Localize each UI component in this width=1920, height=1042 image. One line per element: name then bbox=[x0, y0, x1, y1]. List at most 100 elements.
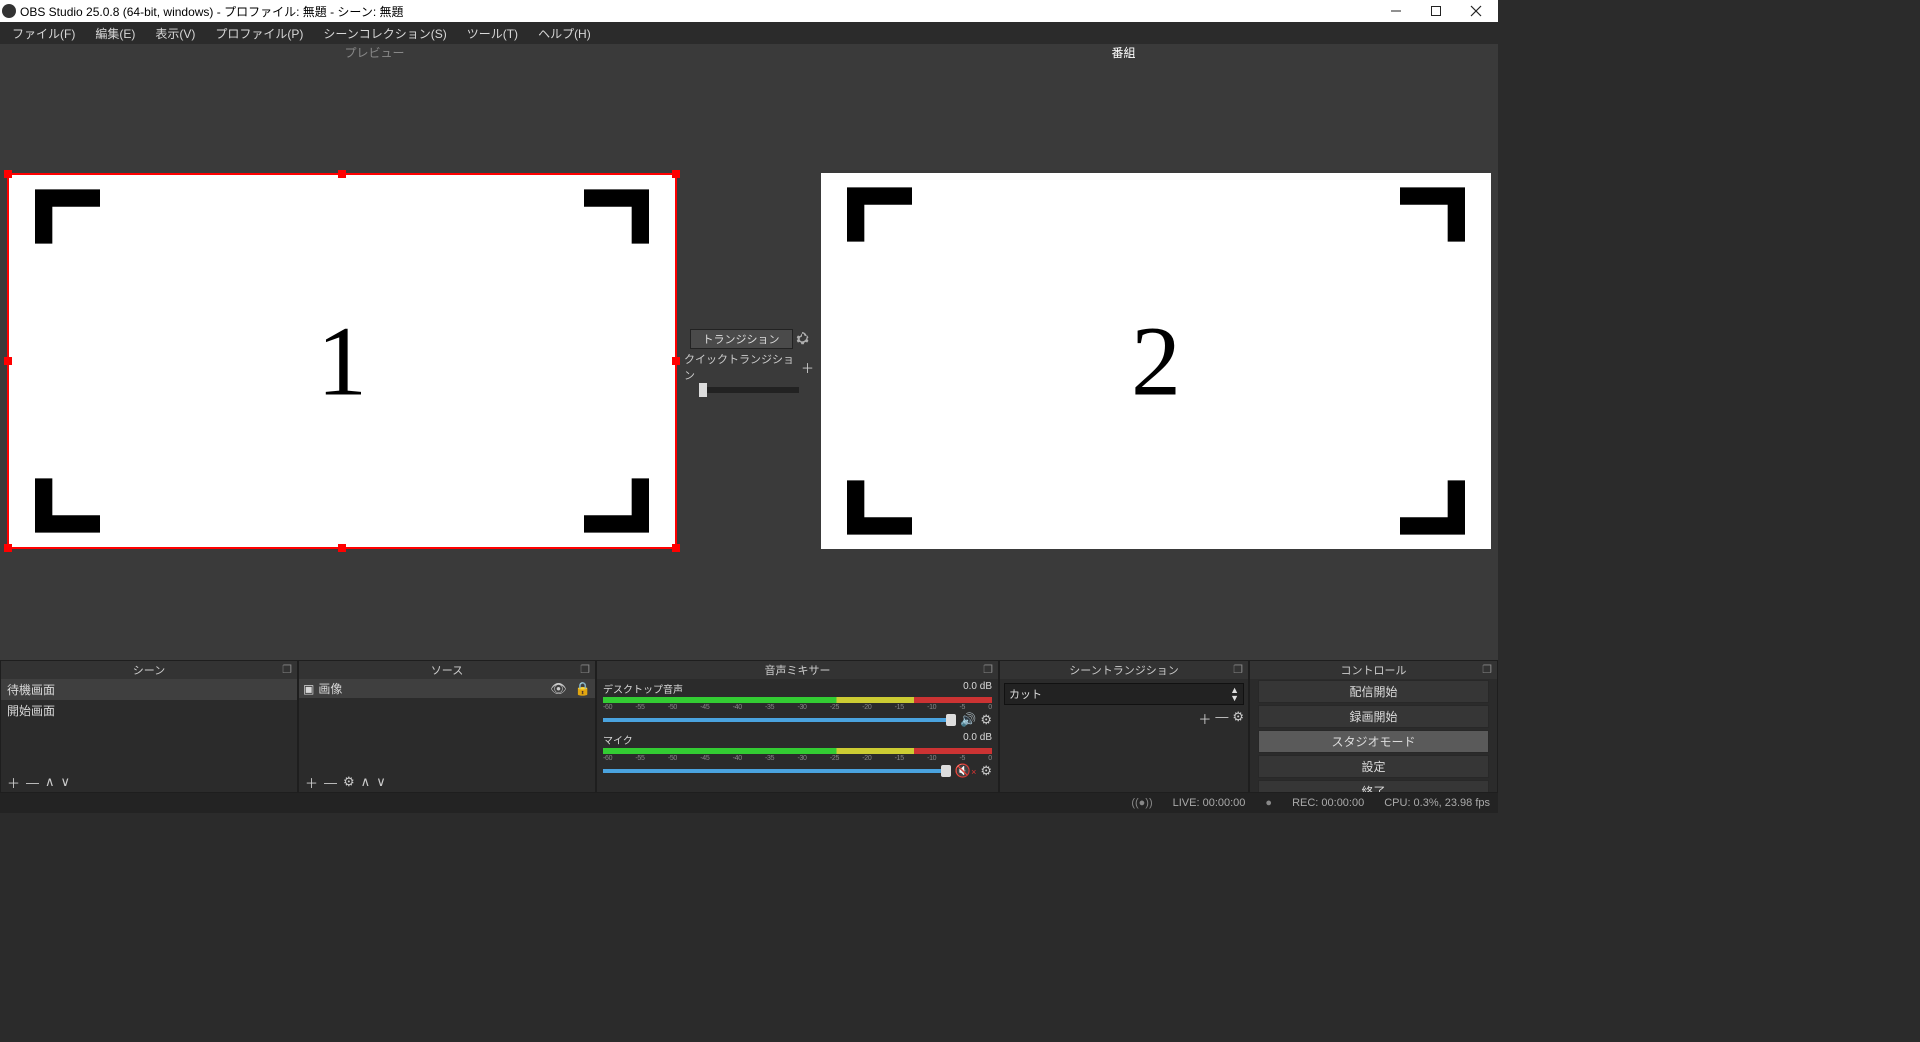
control-button-4[interactable]: 終了 bbox=[1258, 780, 1489, 792]
volume-slider[interactable] bbox=[603, 718, 956, 722]
control-button-2[interactable]: スタジオモード bbox=[1258, 730, 1489, 753]
slider-thumb[interactable] bbox=[941, 765, 951, 777]
resize-handle[interactable] bbox=[4, 357, 12, 365]
meter-scale: -60-55-50-45-40-35-30-25-20-15-10-50 bbox=[603, 755, 992, 762]
slider-thumb[interactable] bbox=[946, 714, 956, 726]
transition-controls: トランジション クイックトランジション ＋ bbox=[684, 62, 814, 660]
eye-icon[interactable]: 👁 bbox=[550, 681, 567, 697]
controls-title: コントロール bbox=[1341, 662, 1407, 678]
preview-pane[interactable]: 1 bbox=[0, 62, 684, 660]
resize-handle[interactable] bbox=[672, 170, 680, 178]
menu-edit[interactable]: 編集(E) bbox=[87, 23, 143, 44]
control-button-3[interactable]: 設定 bbox=[1258, 755, 1489, 778]
sources-title: ソース bbox=[431, 662, 463, 678]
resize-handle[interactable] bbox=[4, 170, 12, 178]
gear-icon[interactable] bbox=[795, 332, 809, 346]
app-icon bbox=[2, 4, 16, 18]
plus-icon[interactable]: ＋ bbox=[7, 773, 20, 792]
slider-thumb[interactable] bbox=[699, 383, 707, 397]
mixer-title: 音声ミキサー bbox=[765, 662, 831, 678]
preview-label: プレビュー bbox=[0, 44, 749, 62]
popout-icon[interactable]: ❐ bbox=[1481, 663, 1493, 675]
mixer-track-name: マイク bbox=[603, 732, 633, 747]
transition-select[interactable]: カット ▲▼ bbox=[1004, 683, 1244, 705]
menubar: ファイル(F) 編集(E) 表示(V) プロファイル(P) シーンコレクション(… bbox=[0, 22, 1498, 44]
plus-icon[interactable]: ＋ bbox=[305, 773, 318, 792]
gear-icon[interactable]: ⚙ bbox=[980, 712, 992, 728]
scene-transitions-dock: シーントランジション ❐ カット ▲▼ ＋ — ⚙ bbox=[999, 660, 1249, 793]
meter-scale: -60-55-50-45-40-35-30-25-20-15-10-50 bbox=[603, 704, 992, 711]
plus-icon[interactable]: ＋ bbox=[1198, 709, 1211, 728]
control-button-1[interactable]: 録画開始 bbox=[1258, 705, 1489, 728]
transition-slider[interactable] bbox=[699, 387, 799, 393]
gear-icon[interactable]: ⚙ bbox=[980, 763, 992, 779]
minus-icon[interactable]: — bbox=[26, 775, 39, 790]
source-label: 画像 bbox=[318, 680, 342, 697]
mixer-track-db: 0.0 dB bbox=[963, 681, 992, 696]
gear-icon[interactable]: ⚙ bbox=[343, 774, 355, 790]
chevron-updown-icon: ▲▼ bbox=[1230, 686, 1239, 702]
popout-icon[interactable]: ❐ bbox=[579, 663, 591, 675]
preview-content-number: 1 bbox=[317, 304, 367, 419]
mixer-track-name: デスクトップ音声 bbox=[603, 681, 683, 696]
menu-tools[interactable]: ツール(T) bbox=[459, 23, 526, 44]
audio-meter bbox=[603, 697, 992, 703]
chevron-up-icon[interactable]: ∧ bbox=[361, 774, 371, 790]
speaker-icon[interactable]: 🔇× bbox=[955, 763, 976, 779]
resize-handle[interactable] bbox=[338, 170, 346, 178]
mixer-track-db: 0.0 dB bbox=[963, 732, 992, 747]
scene-item[interactable]: 開始画面 bbox=[1, 700, 297, 721]
lock-icon[interactable]: 🔒 bbox=[575, 681, 591, 697]
controls-dock: コントロール ❐ 配信開始録画開始スタジオモード設定終了 bbox=[1249, 660, 1498, 793]
transition-selected: カット bbox=[1009, 686, 1042, 702]
minus-icon[interactable]: — bbox=[1215, 709, 1228, 728]
mixer-dock: 音声ミキサー ❐ デスクトップ音声 0.0 dB -60-55-50-45-40-35… bbox=[596, 660, 999, 793]
rec-indicator-icon: ● bbox=[1265, 797, 1272, 809]
program-pane: 2 bbox=[814, 62, 1498, 660]
popout-icon[interactable]: ❐ bbox=[281, 663, 293, 675]
image-icon: ▣ bbox=[303, 682, 314, 696]
sources-dock: ソース ❐ ▣ 画像 👁 🔒 ＋ — ⚙ ∧ ∨ bbox=[298, 660, 596, 793]
mixer-track: マイク 0.0 dB -60-55-50-45-40-35-30-25-20-15-… bbox=[597, 730, 998, 781]
status-cpu: CPU: 0.3%, 23.98 fps bbox=[1384, 797, 1490, 809]
resize-handle[interactable] bbox=[672, 544, 680, 552]
scene-item[interactable]: 待機画面 bbox=[1, 679, 297, 700]
speaker-icon[interactable]: 🔊 bbox=[960, 712, 976, 728]
mixer-track: デスクトップ音声 0.0 dB -60-55-50-45-40-35-30-25-2… bbox=[597, 679, 998, 730]
gear-icon[interactable]: ⚙ bbox=[1232, 709, 1244, 728]
program-label: 番組 bbox=[749, 44, 1498, 62]
volume-slider[interactable] bbox=[603, 769, 951, 773]
plus-icon[interactable]: ＋ bbox=[801, 358, 814, 377]
control-button-0[interactable]: 配信開始 bbox=[1258, 680, 1489, 703]
maximize-button[interactable] bbox=[1416, 0, 1456, 22]
scenes-dock: シーン❐ 待機画面 開始画面 ＋ — ∧ ∨ bbox=[0, 660, 298, 793]
popout-icon[interactable]: ❐ bbox=[982, 663, 994, 675]
quick-transition-label: クイックトランジション bbox=[684, 351, 799, 383]
minus-icon[interactable]: — bbox=[324, 775, 337, 790]
live-indicator-icon: ((●)) bbox=[1131, 797, 1152, 809]
scene-transitions-title: シーントランジション bbox=[1069, 662, 1178, 678]
menu-scene-collection[interactable]: シーンコレクション(S) bbox=[315, 23, 454, 44]
menu-help[interactable]: ヘルプ(H) bbox=[530, 23, 599, 44]
menu-view[interactable]: 表示(V) bbox=[147, 23, 203, 44]
status-rec: REC: 00:00:00 bbox=[1292, 797, 1364, 809]
source-item[interactable]: ▣ 画像 👁 🔒 bbox=[299, 679, 595, 698]
resize-handle[interactable] bbox=[672, 357, 680, 365]
status-live: LIVE: 00:00:00 bbox=[1173, 797, 1246, 809]
popout-icon[interactable]: ❐ bbox=[1232, 663, 1244, 675]
window-title: OBS Studio 25.0.8 (64-bit, windows) - プロ… bbox=[20, 3, 404, 20]
preview-canvas[interactable]: 1 bbox=[7, 173, 677, 549]
transition-button[interactable]: トランジション bbox=[690, 329, 793, 349]
menu-profile[interactable]: プロファイル(P) bbox=[207, 23, 311, 44]
minimize-button[interactable] bbox=[1376, 0, 1416, 22]
chevron-down-icon[interactable]: ∨ bbox=[61, 774, 71, 790]
resize-handle[interactable] bbox=[338, 544, 346, 552]
resize-handle[interactable] bbox=[4, 544, 12, 552]
program-canvas: 2 bbox=[821, 173, 1491, 549]
titlebar: OBS Studio 25.0.8 (64-bit, windows) - プロ… bbox=[0, 0, 1498, 22]
menu-file[interactable]: ファイル(F) bbox=[4, 23, 83, 44]
close-button[interactable] bbox=[1456, 0, 1496, 22]
chevron-down-icon[interactable]: ∨ bbox=[376, 774, 386, 790]
audio-meter bbox=[603, 748, 992, 754]
chevron-up-icon[interactable]: ∧ bbox=[45, 774, 55, 790]
